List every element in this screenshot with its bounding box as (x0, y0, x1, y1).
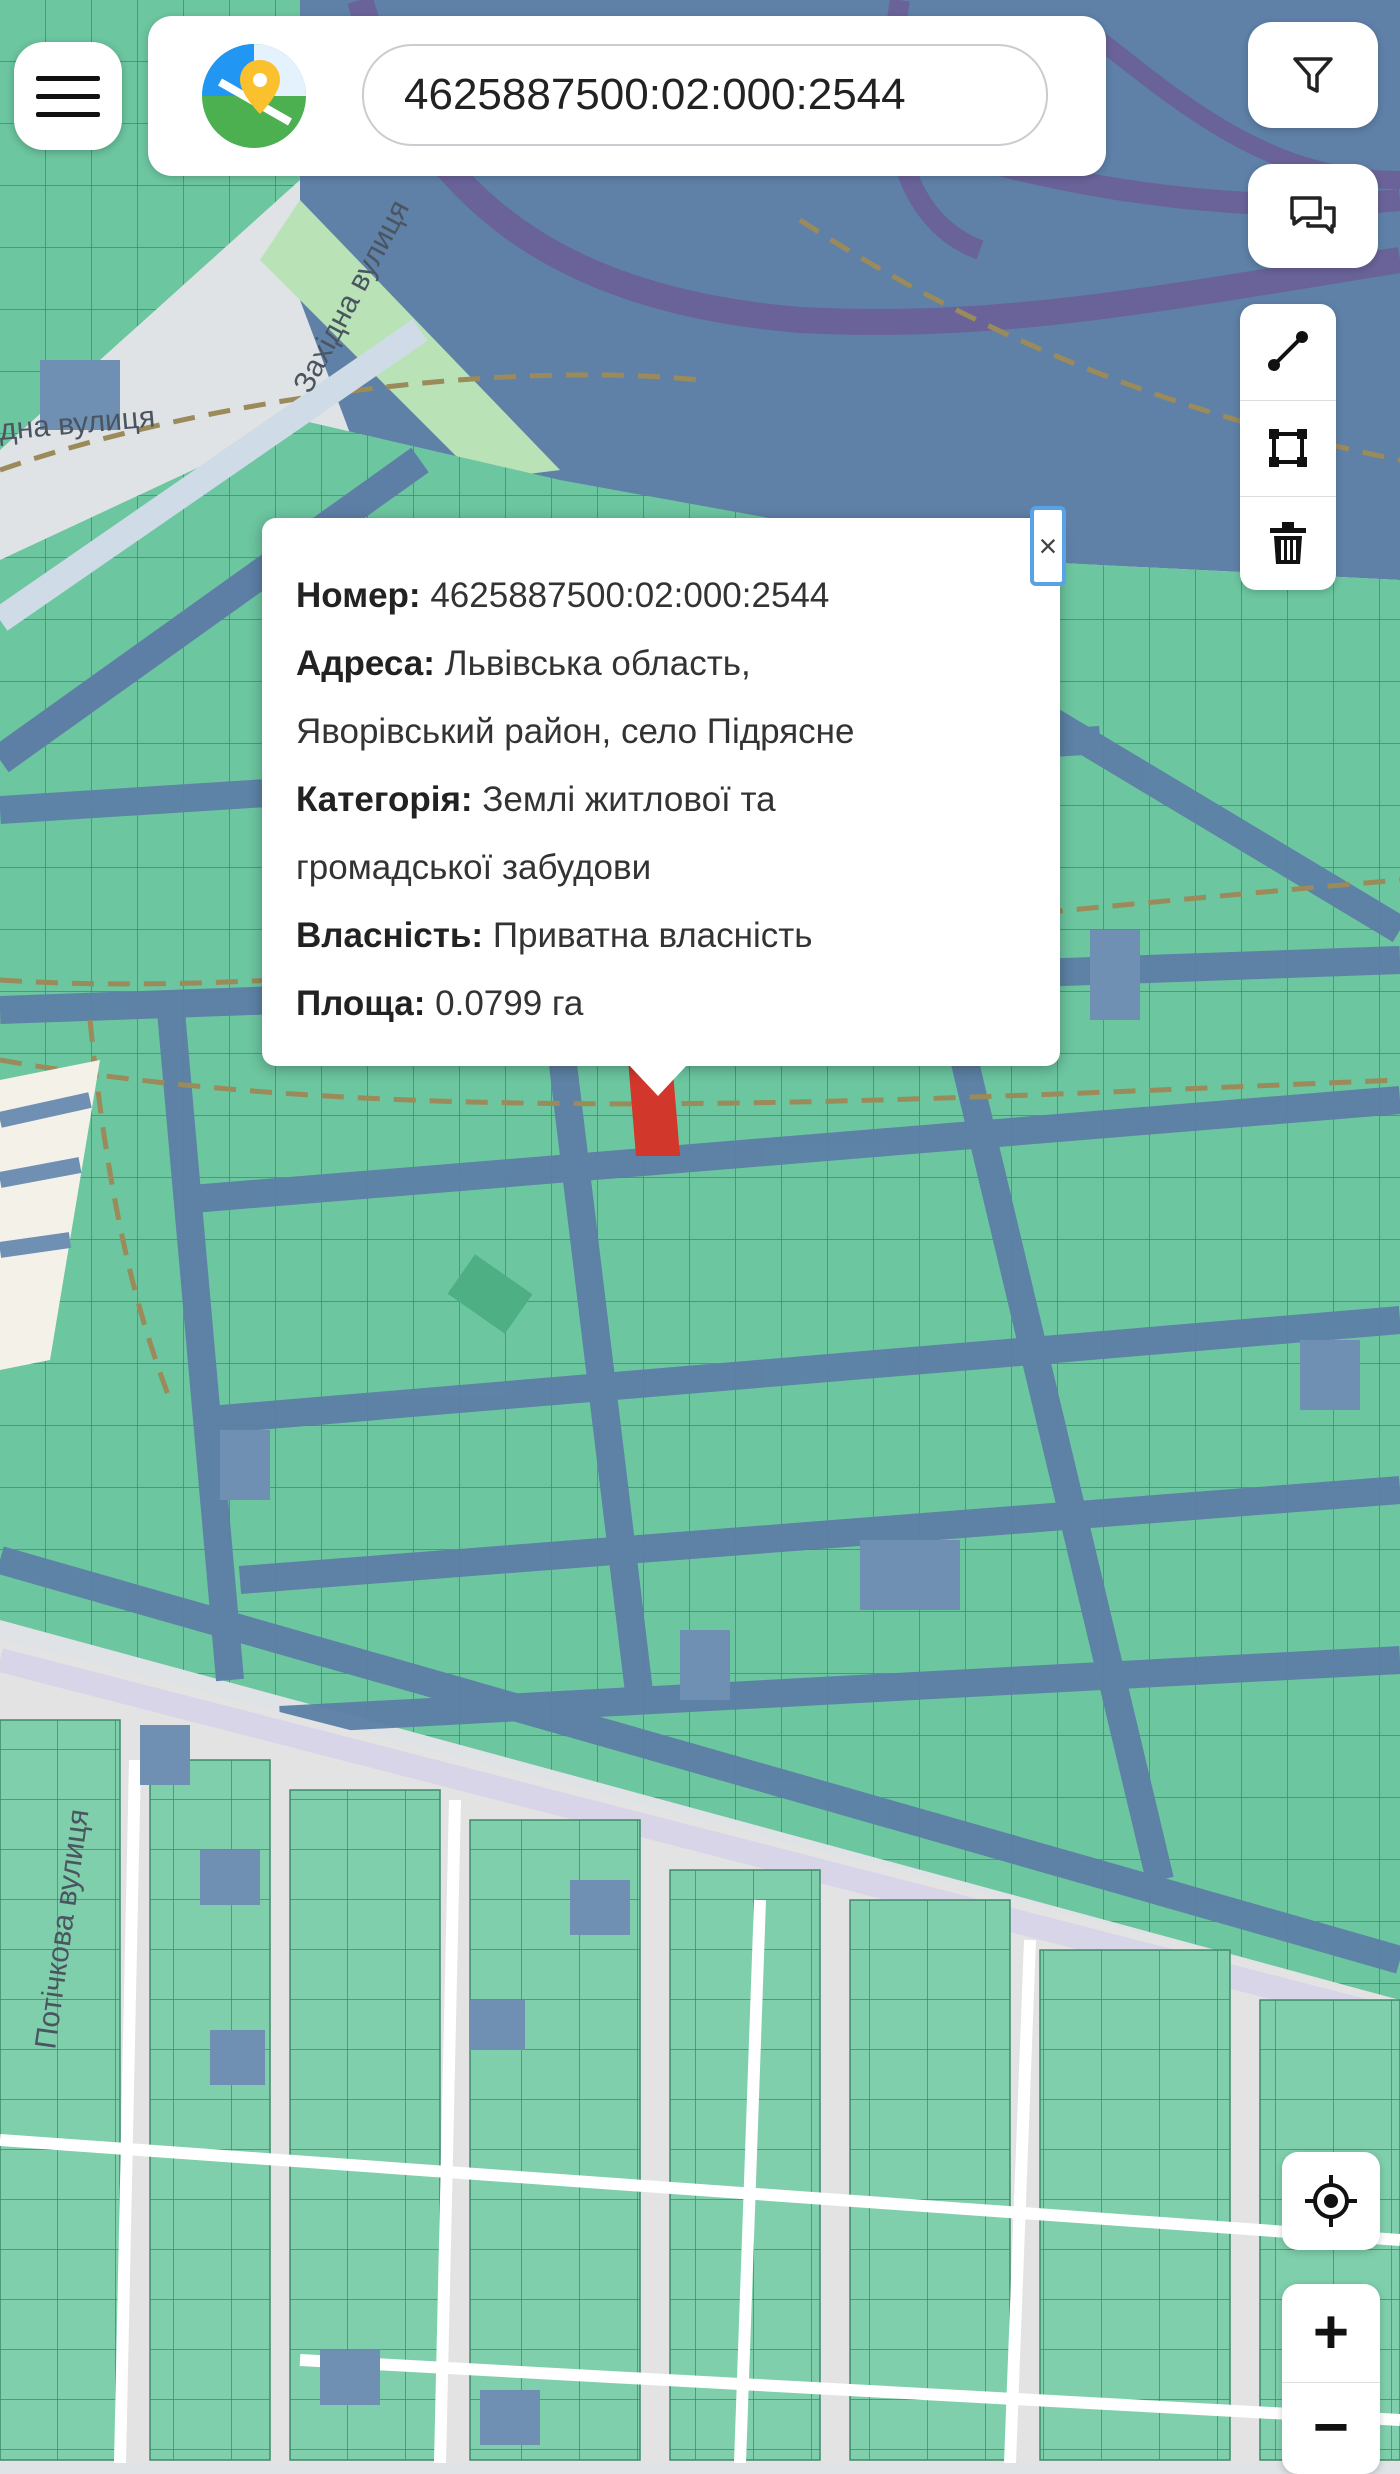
map-canvas[interactable]: Західна вулиця дна вулиця Потічкова вули… (0, 0, 1400, 2463)
parcel-category-value-2: громадської забудови (296, 848, 652, 887)
line-draw-button[interactable] (1240, 304, 1336, 398)
parcel-area-row: Площа: 0.0799 га (296, 970, 1030, 1038)
trash-icon (1270, 522, 1306, 564)
filter-icon (1293, 57, 1333, 93)
polygon-draw-icon (1269, 429, 1307, 467)
zoom-group: + − (1282, 2284, 1380, 2474)
filter-button[interactable] (1248, 22, 1378, 128)
parcel-number-label: Номер: (296, 576, 421, 615)
parcel-ownership-row: Власність: Приватна власність (296, 902, 1030, 970)
logo-pin-icon (202, 44, 306, 148)
delete-button[interactable] (1240, 496, 1336, 591)
chat-icon (1290, 196, 1336, 234)
parcel-category-row: Категорія: Землі житлової та громадської… (296, 766, 1030, 902)
parcel-ownership-value: Приватна власність (492, 916, 813, 955)
popup-close-button[interactable]: × (1030, 506, 1066, 586)
locate-icon (1305, 2175, 1357, 2227)
search-input[interactable] (362, 44, 1048, 146)
parcel-address-value-1: Львівська область, (444, 644, 751, 683)
parcel-category-value-1: Землі житлової та (482, 780, 776, 819)
parcel-address-row: Адреса: Львівська область, Яворівський р… (296, 630, 1030, 766)
parcel-address-value-2: Яворівський район, село Підрясне (296, 712, 855, 751)
line-draw-icon (1268, 331, 1308, 371)
zoom-in-button[interactable]: + (1282, 2284, 1380, 2383)
parcel-ownership-label: Власність: (296, 916, 484, 955)
parcel-number-row: Номер: 4625887500:02:000:2544 (296, 562, 1030, 630)
popup-tip (628, 1064, 688, 1096)
parcel-address-label: Адреса: (296, 644, 435, 683)
parcel-number-value: 4625887500:02:000:2544 (430, 576, 830, 615)
polygon-draw-button[interactable] (1240, 400, 1336, 495)
search-panel (148, 16, 1106, 176)
zoom-out-button[interactable]: − (1282, 2383, 1380, 2473)
menu-button[interactable] (14, 42, 122, 150)
draw-tools (1240, 304, 1336, 590)
parcel-category-label: Категорія: (296, 780, 473, 819)
menu-icon (36, 76, 100, 117)
zoom-in-icon: + (1312, 2298, 1350, 2367)
parcel-area-label: Площа: (296, 984, 426, 1023)
locate-button[interactable] (1282, 2152, 1380, 2250)
parcel-area-value: 0.0799 га (435, 984, 584, 1023)
chat-button[interactable] (1248, 164, 1378, 268)
zoom-out-icon: − (1312, 2393, 1350, 2462)
parcel-info-popup: × Номер: 4625887500:02:000:2544 Адреса: … (262, 506, 1066, 1096)
close-icon: × (1038, 527, 1058, 564)
